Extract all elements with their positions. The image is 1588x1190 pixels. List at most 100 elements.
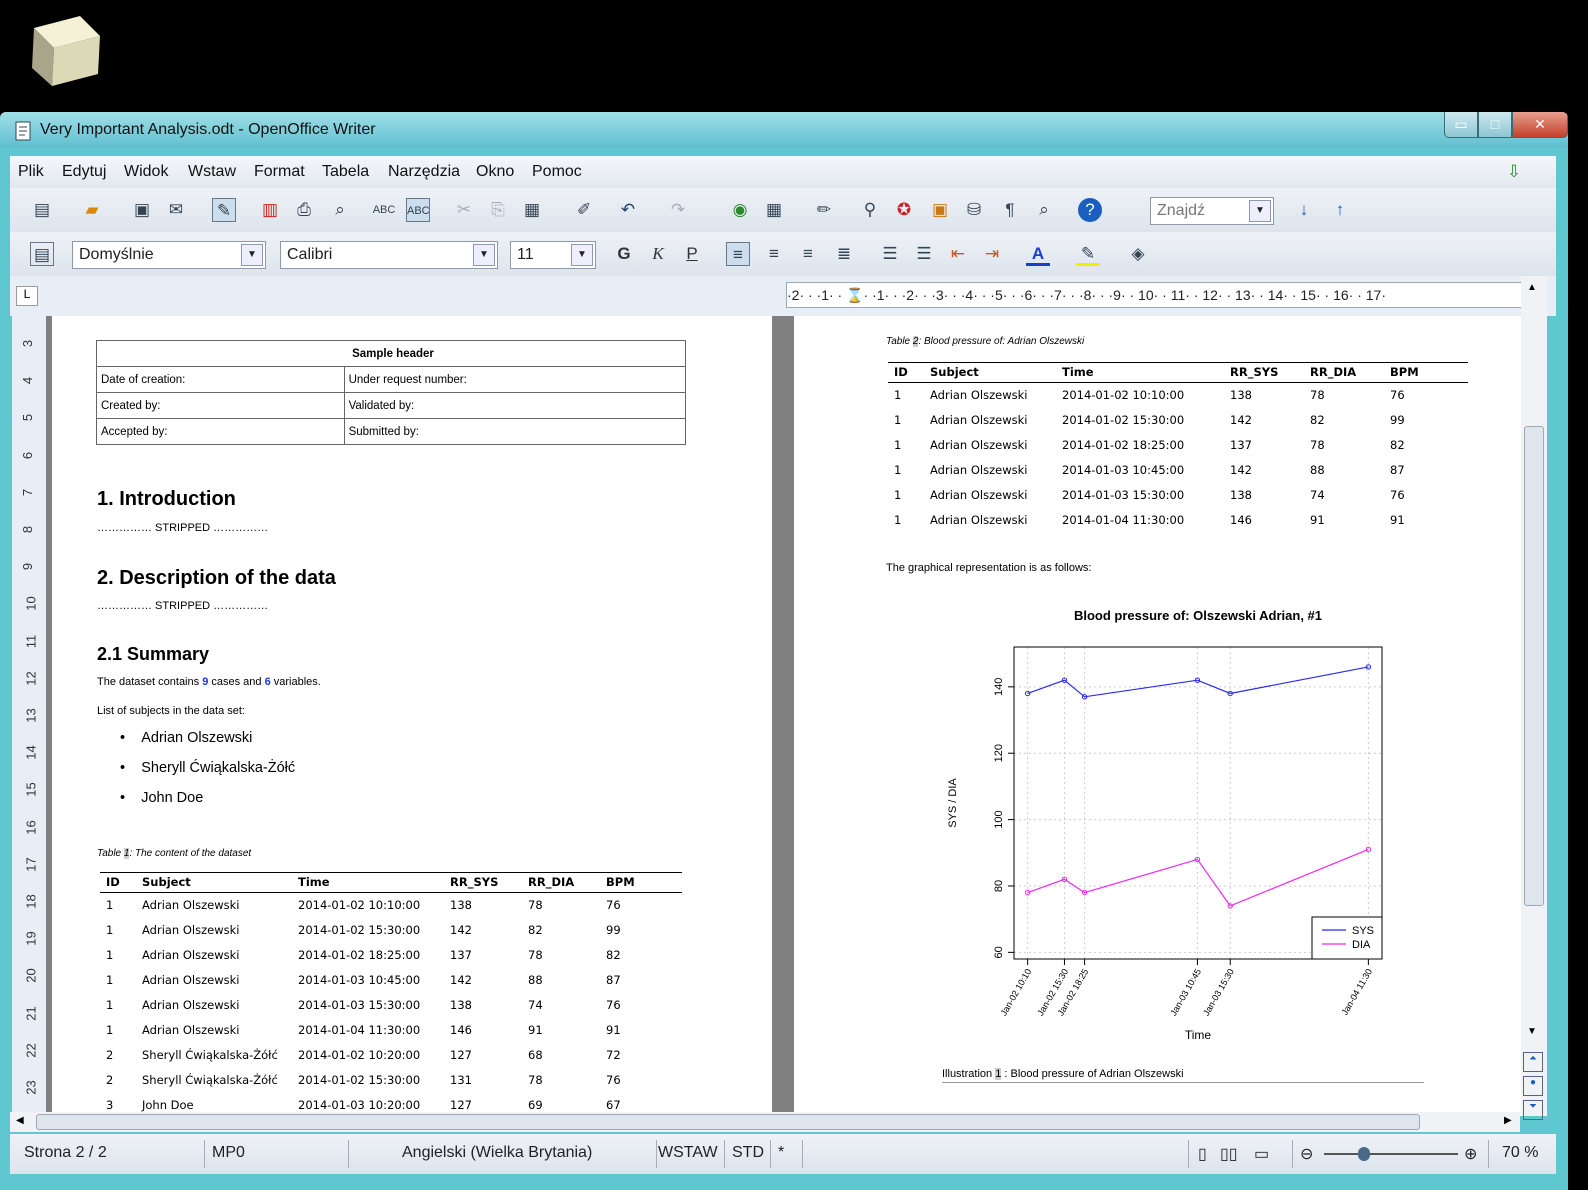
page-indicator[interactable]: Strona 2 / 2 (24, 1144, 107, 1162)
bold-button[interactable]: G (612, 242, 636, 266)
find-previous-icon[interactable]: ↑ (1328, 198, 1352, 222)
table-cell: 131 (450, 1073, 472, 1087)
find-input[interactable]: Znajdź ▼ (1150, 197, 1274, 225)
paragraph-style-select[interactable]: Domyślnie ▼ (72, 241, 266, 269)
save-icon[interactable]: ▣ (130, 198, 154, 222)
font-name-select[interactable]: Calibri ▼ (280, 241, 498, 269)
scroll-right-icon[interactable]: ▶ (1504, 1115, 1512, 1126)
underline-button[interactable]: P (680, 242, 704, 266)
menu-pomoc[interactable]: Pomoc (532, 163, 582, 181)
navigator-icon[interactable]: ✪ (892, 198, 916, 222)
increase-indent-icon[interactable]: ⇥ (980, 242, 1004, 266)
scroll-thumb[interactable] (36, 1114, 1420, 1130)
undo-icon[interactable]: ↶ (616, 198, 640, 222)
previous-page-icon[interactable]: ⏶ (1523, 1052, 1543, 1072)
zoom-in-icon[interactable]: ⊕ (1464, 1144, 1477, 1164)
language-indicator[interactable]: Angielski (Wielka Brytania) (402, 1144, 592, 1162)
autospellcheck-icon[interactable]: ABC (406, 198, 430, 222)
help-icon[interactable]: ? (1078, 198, 1102, 222)
document-area[interactable]: Sample header Date of creation: Under req… (46, 316, 1521, 1116)
zoom-slider[interactable] (1324, 1153, 1458, 1155)
find-next-icon[interactable]: ↓ (1292, 198, 1316, 222)
x-tick-label: Jan-03 15:30 (1201, 967, 1236, 1018)
selection-mode[interactable]: STD (732, 1144, 764, 1162)
font-size-select[interactable]: 11 ▼ (510, 241, 596, 269)
chevron-down-icon[interactable]: ▼ (473, 244, 495, 266)
formatting-marks-icon[interactable]: ¶ (998, 198, 1022, 222)
scroll-thumb[interactable] (1524, 426, 1544, 906)
table-icon[interactable]: ▦ (762, 198, 786, 222)
horizontal-scrollbar[interactable]: ◀ ▶ (10, 1112, 1520, 1132)
book-view-icon[interactable]: ▭ (1254, 1144, 1269, 1164)
menu-plik[interactable]: Plik (18, 163, 44, 181)
redo-icon[interactable]: ↷ (666, 198, 690, 222)
multi-page-view-icon[interactable]: ▯▯ (1220, 1144, 1238, 1164)
format-paintbrush-icon[interactable]: ✐ (572, 198, 596, 222)
menu-okno[interactable]: Okno (476, 163, 514, 181)
open-icon[interactable]: ▰ (80, 198, 104, 222)
chevron-down-icon[interactable]: ▼ (241, 244, 263, 266)
table-cell: 82 (1390, 438, 1405, 452)
hyperlink-icon[interactable]: ◉ (728, 198, 752, 222)
scroll-down-icon[interactable]: ▼ (1527, 1026, 1537, 1037)
numbering-icon[interactable]: ☰ (878, 242, 902, 266)
minimize-button[interactable]: ▭ (1444, 112, 1478, 138)
menu-edytuj[interactable]: Edytuj (62, 163, 106, 181)
align-left-icon[interactable]: ≡ (726, 242, 750, 266)
page-2[interactable]: Table 2: Blood pressure of: Adrian Olsze… (794, 316, 1521, 1116)
edit-mode-icon[interactable]: ✎ (212, 198, 236, 222)
table-cell: 2014-01-02 10:20:00 (298, 1048, 421, 1062)
copy-icon[interactable]: ⎘ (486, 198, 510, 222)
align-center-icon[interactable]: ≡ (762, 242, 786, 266)
insert-mode[interactable]: WSTAW (658, 1144, 718, 1162)
single-page-view-icon[interactable]: ▯ (1198, 1144, 1207, 1164)
page-style[interactable]: MP0 (212, 1144, 245, 1162)
cut-icon[interactable]: ✂ (452, 198, 476, 222)
next-page-icon[interactable]: ⏷ (1523, 1100, 1543, 1120)
menu-tabela[interactable]: Tabela (322, 163, 369, 181)
data-sources-icon[interactable]: ⛁ (962, 198, 986, 222)
paste-icon[interactable]: ▦ (520, 198, 544, 222)
zoom-out-icon[interactable]: ⊖ (1300, 1144, 1313, 1164)
decrease-indent-icon[interactable]: ⇤ (946, 242, 970, 266)
align-right-icon[interactable]: ≡ (796, 242, 820, 266)
scroll-up-icon[interactable]: ▲ (1527, 282, 1537, 293)
chevron-down-icon[interactable]: ▼ (1249, 200, 1271, 222)
page-1[interactable]: Sample header Date of creation: Under req… (52, 316, 772, 1116)
gallery-icon[interactable]: ▣ (928, 198, 952, 222)
menu-widok[interactable]: Widok (124, 163, 168, 181)
navigation-icon[interactable]: ● (1523, 1076, 1543, 1096)
spellcheck-icon[interactable]: ABC (372, 198, 396, 222)
italic-button[interactable]: K (646, 242, 670, 266)
close-button[interactable]: ✕ (1512, 112, 1568, 138)
bullets-icon[interactable]: ☰ (912, 242, 936, 266)
vertical-scrollbar[interactable]: ▲ ▼ ⏶ ● ⏷ (1521, 276, 1547, 1120)
email-icon[interactable]: ✉ (164, 198, 188, 222)
justify-icon[interactable]: ≣ (832, 242, 856, 266)
document-icon (12, 120, 34, 142)
background-color-icon[interactable]: ◈ (1126, 242, 1150, 266)
menu-narzedzia[interactable]: Narzędzia (388, 163, 460, 181)
styles-icon[interactable]: ▤ (30, 242, 54, 266)
tab-stop-icon[interactable]: L (16, 286, 38, 306)
highlight-icon[interactable]: ✎ (1076, 242, 1100, 266)
print-preview-icon[interactable]: ⌕ (328, 198, 352, 222)
find-replace-icon[interactable]: ⚲ (858, 198, 882, 222)
print-icon[interactable]: ⎙ (292, 198, 316, 222)
vertical-ruler[interactable]: 3 4 5 6 7 8 9 10 11 12 13 14 15 16 17 18 19 20 21 22 23 (12, 316, 46, 1116)
zoom-slider-handle[interactable] (1358, 1147, 1370, 1161)
zoom-level[interactable]: 70 % (1502, 1144, 1538, 1162)
export-pdf-icon[interactable]: ▥ (258, 198, 282, 222)
menu-format[interactable]: Format (254, 163, 305, 181)
new-document-icon[interactable]: ▤ (30, 198, 54, 222)
scroll-left-icon[interactable]: ◀ (16, 1115, 24, 1126)
menu-wstaw[interactable]: Wstaw (188, 163, 236, 181)
maximize-button[interactable]: □ (1478, 112, 1512, 138)
update-icon[interactable]: ⇩ (1502, 160, 1526, 184)
zoom-icon[interactable]: ⌕ (1032, 198, 1056, 222)
draw-icon[interactable]: ✏ (812, 198, 836, 222)
table-row: 2 Sheryll Ćwiąkalska-Żółć 2014-01-02 15:30… (100, 1068, 682, 1093)
chevron-down-icon[interactable]: ▼ (571, 244, 593, 266)
horizontal-ruler[interactable]: ·2· · ·1· · ⌛· ·1· · ·2· · ·3· · ·4· · ·… (786, 282, 1526, 308)
font-color-icon[interactable]: A (1026, 242, 1050, 266)
